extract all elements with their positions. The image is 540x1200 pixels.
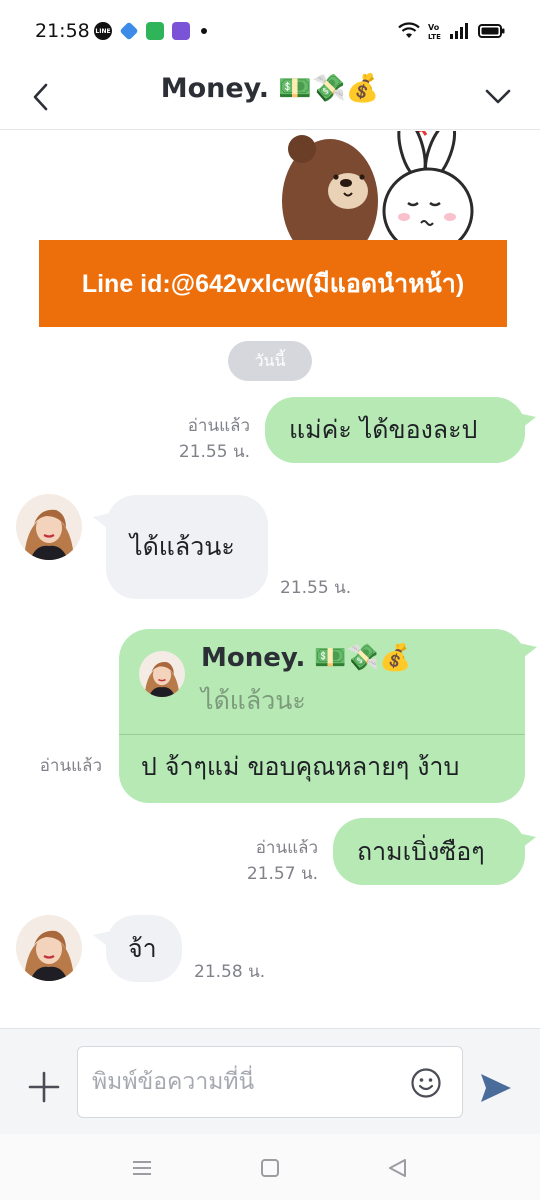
- read-receipt: อ่านแล้ว: [187, 416, 250, 436]
- message-input-bar: [0, 1028, 540, 1134]
- smiley-icon: [411, 1068, 441, 1098]
- home-button[interactable]: [258, 1156, 282, 1180]
- bubble-tail: [519, 643, 537, 661]
- message-bubble-incoming[interactable]: จ้า: [106, 915, 182, 982]
- wifi-icon: [398, 22, 420, 38]
- message-text: ถามเบิ่งซือๆ: [357, 836, 485, 866]
- svg-text:Vo: Vo: [428, 23, 440, 32]
- message-input-box[interactable]: [77, 1046, 463, 1118]
- message-bubble-outgoing[interactable]: แม่ค่ะ ได้ของละป: [265, 397, 525, 463]
- message-meta: อ่านแล้ว 21.57 น.: [247, 835, 318, 887]
- bubble-tail: [518, 413, 536, 431]
- status-app-icons: LINE: [94, 21, 207, 41]
- back-nav-button[interactable]: [386, 1156, 410, 1180]
- chevron-left-icon: [33, 83, 48, 111]
- message-bubble-incoming[interactable]: ได้แล้วนะ: [106, 495, 268, 599]
- profile-photo: [139, 651, 185, 697]
- message-time: 21.58 น.: [194, 962, 266, 982]
- attach-button[interactable]: [26, 1069, 62, 1105]
- bubble-tail: [518, 833, 536, 851]
- message-time: 21.57 น.: [246, 864, 318, 884]
- message-text: แม่ค่ะ ได้ของละป: [289, 415, 478, 444]
- emoji-button[interactable]: [410, 1067, 442, 1099]
- status-bar: 21:58 LINE Vo LTE: [0, 0, 540, 64]
- app-icon-blue: [119, 21, 139, 41]
- send-button[interactable]: [478, 1071, 514, 1105]
- back-button[interactable]: [26, 74, 58, 120]
- message-meta: อ่านแล้ว 21.55 น.: [179, 413, 250, 465]
- menu-dropdown-button[interactable]: [482, 74, 514, 120]
- promo-banner[interactable]: Line id:@642vxlcw(มีแอดนำหน้า): [39, 240, 507, 327]
- reply-message-bubble[interactable]: Money. 💵💸💰 ได้แล้วนะ ป จ้าๆแม่ ขอบคุณหลา…: [119, 629, 525, 803]
- message-bubble-outgoing[interactable]: ถามเบิ่งซือๆ: [333, 818, 525, 885]
- system-nav-bar: [0, 1134, 540, 1200]
- line-app-icon: LINE: [94, 22, 112, 40]
- battery-icon: [478, 24, 505, 38]
- message-text: จ้า: [128, 933, 157, 963]
- status-time: 21:58: [35, 20, 90, 42]
- status-system-icons: Vo LTE: [398, 22, 506, 40]
- send-icon: [481, 1074, 511, 1102]
- chat-area[interactable]: Line id:@642vxlcw(มีแอดนำหน้า) วันนี้ อ่…: [0, 131, 540, 1027]
- square-icon: [261, 1159, 279, 1177]
- volte-icon: VoLTE: [428, 23, 441, 40]
- quoted-avatar: [139, 651, 185, 697]
- message-text: ป จ้าๆแม่ ขอบคุณหลายๆ ง้าบ: [141, 752, 460, 781]
- notification-dot: [201, 28, 207, 34]
- profile-photo: [16, 494, 82, 560]
- app-icon-green: [146, 22, 164, 40]
- chevron-down-icon: [485, 89, 511, 104]
- quoted-message[interactable]: Money. 💵💸💰 ได้แล้วนะ: [119, 629, 525, 735]
- recent-apps-button[interactable]: [130, 1156, 154, 1180]
- read-receipt: อ่านแล้ว: [39, 756, 102, 776]
- app-icon-purple: [172, 22, 190, 40]
- triangle-back-icon: [389, 1159, 406, 1177]
- svg-text:LTE: LTE: [428, 33, 441, 40]
- read-receipt: อ่านแล้ว: [255, 838, 318, 858]
- quoted-sender-name: Money. 💵💸💰: [201, 643, 412, 673]
- chat-header: Money. 💵💸💰: [0, 64, 540, 130]
- avatar[interactable]: [16, 494, 82, 560]
- bear-bunny-sticker[interactable]: [280, 131, 480, 241]
- message-time: 21.55 น.: [280, 578, 352, 598]
- profile-photo: [16, 915, 82, 981]
- menu-lines-icon: [133, 1161, 151, 1175]
- date-separator: วันนี้: [228, 341, 312, 381]
- message-text: ได้แล้วนะ: [130, 532, 235, 561]
- message-input[interactable]: [92, 1047, 402, 1117]
- chat-title: Money. 💵💸💰: [160, 73, 380, 104]
- message-time: 21.55 น.: [178, 442, 250, 462]
- quoted-text: ได้แล้วนะ: [201, 686, 306, 715]
- plus-icon: [28, 1071, 60, 1103]
- signal-icon: [450, 23, 468, 39]
- avatar[interactable]: [16, 915, 82, 981]
